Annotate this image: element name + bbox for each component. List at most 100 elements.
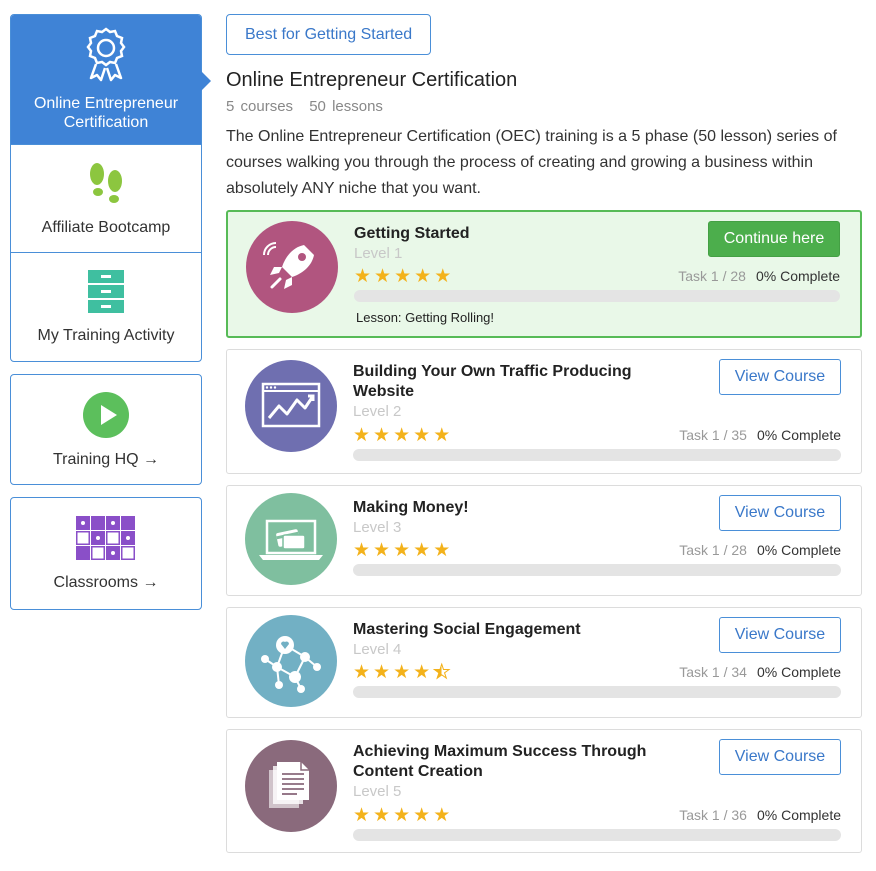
course-title-text: Building Your Own Traffic Producing Webs…: [353, 363, 632, 400]
sidebar-item-training-hq[interactable]: Training HQ →: [11, 375, 201, 484]
grid-icon: [76, 515, 136, 567]
course-list: Getting Started Level 1 ★ ★ ★ ★ ★ Continue h…: [226, 210, 862, 853]
social-network-icon: [245, 614, 337, 712]
course-card-making-money: Making Money! Level 3 ★ ★ ★ ★ ★ View Course …: [226, 485, 862, 596]
view-course-button[interactable]: View Course: [719, 739, 841, 775]
sidebar: Online Entrepreneur Certification Affili…: [10, 14, 211, 622]
progress-bar: [353, 449, 841, 461]
course-level: Level 1: [354, 245, 403, 262]
rating-stars: ★ ★ ★ ★ ★: [353, 806, 450, 826]
star-icon: ★: [393, 540, 411, 561]
task-count: Task 1 / 34: [679, 664, 747, 680]
sidebar-item-my-training-activity[interactable]: My Training Activity: [11, 252, 201, 361]
course-title-text: Getting Started: [354, 225, 470, 242]
task-progress: Task 1 / 28 0% Complete: [678, 268, 840, 284]
course-level: Level 3: [353, 519, 402, 536]
star-icon: ★: [373, 425, 391, 446]
sidebar-item-classrooms[interactable]: Classrooms →: [11, 498, 201, 609]
star-icon: ★: [353, 425, 371, 446]
file-cabinet-icon: [87, 269, 125, 320]
progress-bar: [353, 829, 841, 841]
course-level: Level 4: [353, 641, 402, 658]
sidebar-group-hq: Training HQ →: [10, 374, 202, 485]
star-icon: ★: [393, 805, 411, 826]
view-course-button[interactable]: View Course: [719, 359, 841, 395]
star-icon: ★: [374, 266, 392, 287]
star-icon: ★: [413, 425, 431, 446]
course-thumbnail: [245, 739, 337, 837]
course-card-getting-started: Getting Started Level 1 ★ ★ ★ ★ ★ Continue h…: [226, 210, 862, 338]
star-icon: ★: [373, 805, 391, 826]
page-title: Online Entrepreneur Certification: [226, 69, 518, 91]
sidebar-group-classrooms: Classrooms →: [10, 497, 202, 610]
star-icon: ★: [393, 425, 411, 446]
course-title: Building Your Own Traffic Producing Webs…: [353, 362, 673, 422]
star-icon: ★: [353, 662, 371, 683]
website-chart-icon: [245, 359, 337, 457]
view-course-button[interactable]: View Course: [719, 495, 841, 531]
star-icon: ★: [373, 540, 391, 561]
star-icon: ★: [413, 662, 431, 683]
sidebar-item-label: Affiliate Bootcamp: [41, 218, 171, 236]
star-icon: ★: [434, 266, 452, 287]
course-title: Mastering Social Engagement Level 4: [353, 620, 673, 660]
current-lesson[interactable]: Lesson: Getting Rolling!: [356, 310, 494, 325]
star-icon: ★: [433, 425, 451, 446]
star-icon: ★: [433, 805, 451, 826]
view-course-button[interactable]: View Course: [719, 617, 841, 653]
sidebar-item-online-entrepreneur-certification[interactable]: Online Entrepreneur Certification: [11, 15, 211, 144]
laptop-credit-card-icon: [245, 492, 337, 590]
star-icon: ★: [393, 662, 411, 683]
course-thumbnail: [245, 614, 337, 712]
description: The Online Entrepreneur Certification (O…: [226, 128, 837, 197]
progress-bar: [354, 290, 840, 302]
percent-complete: 0% Complete: [755, 268, 840, 284]
task-count: Task 1 / 35: [679, 427, 747, 443]
footprints-icon: [86, 161, 126, 212]
play-circle-icon: [82, 391, 130, 444]
continue-here-button[interactable]: Continue here: [708, 221, 840, 257]
progress-bar: [353, 686, 841, 698]
course-level: Level 2: [353, 403, 402, 420]
rocket-icon: [246, 220, 338, 318]
best-for-getting-started-chip[interactable]: Best for Getting Started: [226, 14, 432, 55]
course-title-text: Mastering Social Engagement: [353, 621, 581, 638]
course-card-content-creation: Achieving Maximum Success Through Conten…: [226, 729, 862, 853]
course-card-social-engagement: Mastering Social Engagement Level 4 ★ ★ ★ ★…: [226, 607, 862, 718]
task-progress: Task 1 / 34 0% Complete: [679, 664, 841, 680]
star-icon: ★: [414, 266, 432, 287]
star-icon: ★: [394, 266, 412, 287]
rating-stars: ★ ★ ★ ★ ★: [353, 426, 450, 446]
task-progress: Task 1 / 36 0% Complete: [679, 807, 841, 823]
sidebar-item-label: Online Entrepreneur Certification: [33, 95, 179, 131]
star-icon: ★: [354, 266, 372, 287]
star-icon: ★: [413, 805, 431, 826]
rating-stars: ★ ★ ★ ★ ★: [353, 541, 450, 561]
star-icon: ★: [353, 805, 371, 826]
star-icon: ★: [373, 662, 391, 683]
courses-count: 5 courses: [226, 98, 294, 115]
sidebar-item-label: Training HQ →: [52, 450, 160, 468]
star-icon: ★: [353, 540, 371, 561]
sidebar-item-affiliate-bootcamp[interactable]: Affiliate Bootcamp: [11, 144, 201, 252]
sidebar-group-main: Online Entrepreneur Certification Affili…: [10, 14, 211, 362]
task-progress: Task 1 / 35 0% Complete: [679, 427, 841, 443]
progress-bar: [353, 564, 841, 576]
award-ribbon-icon: [83, 27, 129, 88]
main-content: Best for Getting Started Online Entrepre…: [226, 14, 862, 864]
percent-complete: 0% Complete: [756, 664, 841, 680]
percent-complete: 0% Complete: [756, 542, 841, 558]
documents-icon: [245, 739, 337, 837]
rating-stars: ★ ★ ★ ★ ★: [354, 267, 451, 287]
lessons-count: 50 lessons: [309, 98, 383, 115]
task-count: Task 1 / 28: [679, 542, 747, 558]
course-title: Making Money! Level 3: [353, 498, 673, 538]
star-icon: ★: [433, 540, 451, 561]
course-title-text: Achieving Maximum Success Through Conten…: [353, 743, 647, 780]
star-icon: ★: [413, 540, 431, 561]
rating-stars: ★ ★ ★ ★ ★: [353, 662, 451, 683]
course-thumbnail: [245, 492, 337, 590]
course-meta: 5 courses 50 lessons: [226, 98, 862, 115]
course-title: Achieving Maximum Success Through Conten…: [353, 742, 673, 802]
course-card-traffic-website: Building Your Own Traffic Producing Webs…: [226, 349, 862, 474]
